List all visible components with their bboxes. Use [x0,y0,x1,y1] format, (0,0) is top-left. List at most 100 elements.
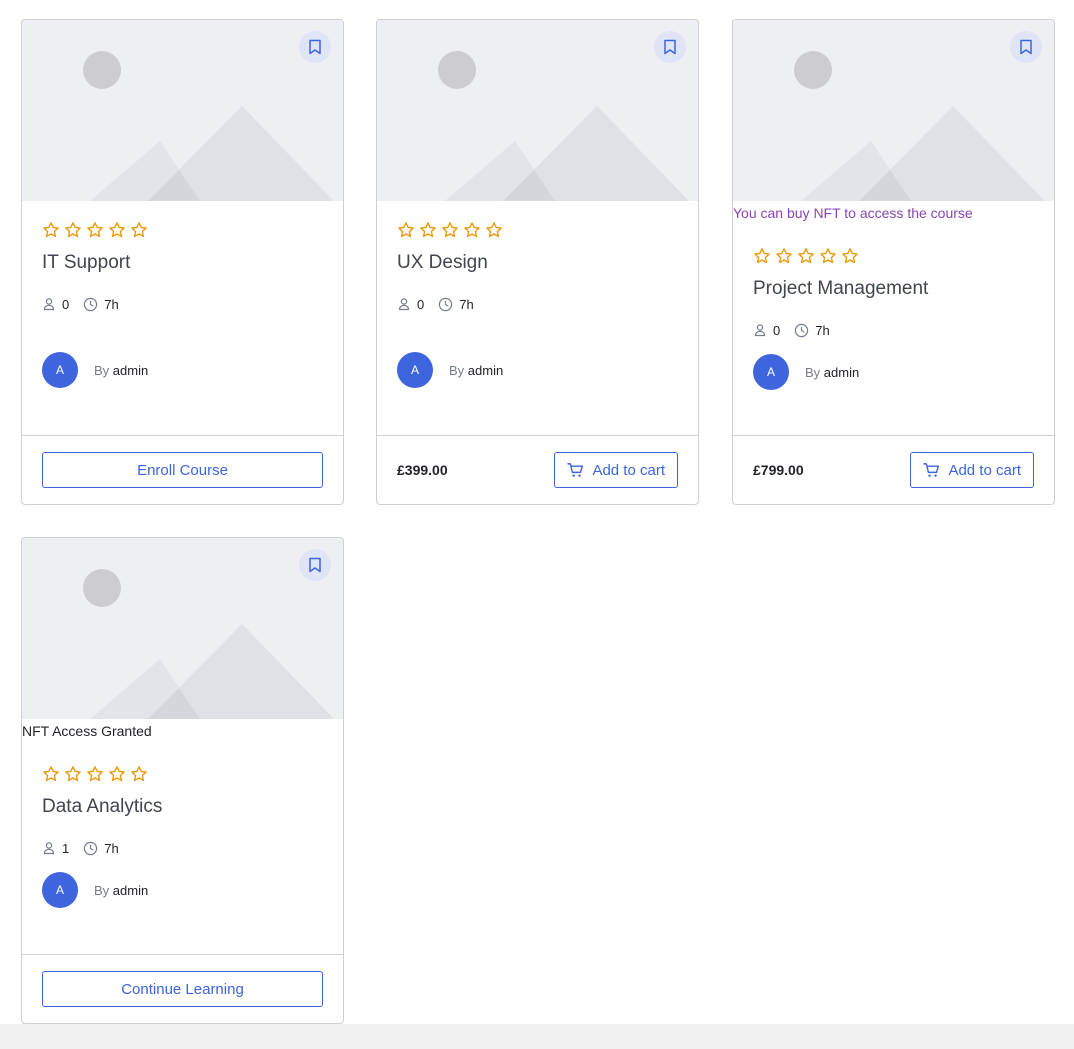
star-outline-icon [775,247,793,265]
course-duration: 7h [104,840,119,856]
bookmark-button[interactable] [299,549,331,581]
card-footer: £399.00 Add to cart [377,435,698,504]
rating-stars [397,221,678,239]
card-footer: Continue Learning [22,954,343,1023]
course-thumbnail[interactable] [22,20,343,201]
author-name[interactable]: admin [113,363,148,378]
course-duration: 7h [104,296,119,312]
course-author: A By admin [753,354,1034,390]
rating-stars [42,221,323,239]
course-thumbnail[interactable] [733,20,1054,201]
nft-access-notice: NFT Access Granted [22,723,152,739]
course-meta: 1 7h [42,840,323,856]
rating-stars [753,247,1034,265]
star-outline-icon [108,765,126,783]
course-author: A By admin [42,872,323,908]
by-label: By [94,882,110,898]
bookmark-icon [664,39,676,55]
user-icon [43,298,55,311]
by-label: By [94,362,110,378]
author-name[interactable]: admin [824,365,859,380]
clock-icon [84,841,98,855]
course-author: A By admin [42,352,323,388]
star-outline-icon [841,247,859,265]
star-outline-icon [42,221,60,239]
card-footer: £799.00 Add to cart [733,435,1054,504]
rating-stars [42,765,323,783]
course-card[interactable]: NFT Access Granted Data Analytics 1 7h A… [21,537,344,1024]
page-footer-strip [0,1024,1074,1049]
user-icon [43,842,55,855]
user-icon [754,324,766,337]
course-thumbnail[interactable] [377,20,698,201]
star-outline-icon [441,221,459,239]
enrolled-count: 0 [417,296,425,312]
avatar[interactable]: A [397,352,433,388]
star-outline-icon [130,765,148,783]
clock-icon [795,323,809,337]
image-placeholder-icon [438,51,689,201]
add-to-cart-label: Add to cart [948,461,1021,479]
course-card[interactable]: IT Support 0 7h A By admin Enroll Course [21,19,344,505]
cart-icon [923,463,940,477]
bookmark-icon [309,557,321,573]
by-label: By [805,364,821,380]
course-title[interactable]: UX Design [397,250,678,276]
star-outline-icon [463,221,481,239]
add-to-cart-label: Add to cart [592,461,665,479]
course-title[interactable]: IT Support [42,250,323,276]
bookmark-button[interactable] [299,31,331,63]
course-duration: 7h [459,296,474,312]
user-icon [398,298,410,311]
bookmark-icon [1020,39,1032,55]
image-placeholder-icon [83,51,334,201]
clock-icon [84,297,98,311]
course-price: £399.00 [397,462,448,478]
avatar[interactable]: A [753,354,789,390]
course-meta: 0 7h [753,322,1034,338]
by-label: By [449,362,465,378]
star-outline-icon [419,221,437,239]
image-placeholder-icon [83,569,334,719]
course-card[interactable]: You can buy NFT to access the course Pro… [732,19,1055,505]
author-name[interactable]: admin [113,883,148,898]
continue-learning-button[interactable]: Continue Learning [42,971,323,1007]
bookmark-button[interactable] [1010,31,1042,63]
star-outline-icon [485,221,503,239]
course-title[interactable]: Data Analytics [42,794,323,820]
add-to-cart-button[interactable]: Add to cart [910,452,1034,488]
star-outline-icon [64,765,82,783]
star-outline-icon [86,221,104,239]
course-title[interactable]: Project Management [753,276,1034,302]
avatar[interactable]: A [42,872,78,908]
course-author: A By admin [397,352,678,388]
star-outline-icon [797,247,815,265]
star-outline-icon [42,765,60,783]
course-price: £799.00 [753,462,804,478]
star-outline-icon [130,221,148,239]
bookmark-icon [309,39,321,55]
course-meta: 0 7h [397,296,678,312]
star-outline-icon [64,221,82,239]
image-placeholder-icon [794,51,1045,201]
course-thumbnail[interactable] [22,538,343,719]
star-outline-icon [819,247,837,265]
cart-icon [567,463,584,477]
course-meta: 0 7h [42,296,323,312]
nft-notice: You can buy NFT to access the course [733,205,973,221]
enrolled-count: 0 [62,296,70,312]
bookmark-button[interactable] [654,31,686,63]
avatar[interactable]: A [42,352,78,388]
card-footer: Enroll Course [22,435,343,504]
clock-icon [439,297,453,311]
course-duration: 7h [815,322,830,338]
author-name[interactable]: admin [468,363,503,378]
star-outline-icon [108,221,126,239]
star-outline-icon [86,765,104,783]
course-card[interactable]: UX Design 0 7h A By admin £399.00 Add to… [376,19,699,505]
enrolled-count: 0 [773,322,781,338]
star-outline-icon [397,221,415,239]
star-outline-icon [753,247,771,265]
add-to-cart-button[interactable]: Add to cart [554,452,678,488]
enroll-course-button[interactable]: Enroll Course [42,452,323,488]
